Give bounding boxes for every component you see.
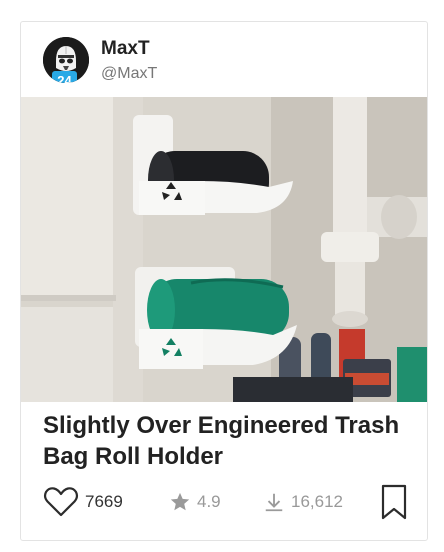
author-avatar[interactable]: 24 bbox=[43, 37, 89, 83]
author-handle[interactable]: @MaxT bbox=[101, 65, 157, 83]
model-photo[interactable] bbox=[21, 97, 427, 402]
model-card: 24 MaxT @MaxT Slightly Over Engineered T… bbox=[20, 21, 428, 541]
like-count: 7669 bbox=[85, 492, 123, 511]
heart-outline-icon bbox=[43, 487, 79, 517]
star-icon bbox=[170, 492, 190, 511]
rating: 4.9 bbox=[169, 484, 221, 520]
like-button[interactable]: 7669 bbox=[43, 484, 123, 520]
model-title[interactable]: Slightly Over Engineered Trash Bag Roll … bbox=[43, 410, 403, 472]
download-arrow-icon bbox=[265, 493, 283, 512]
author-name[interactable]: MaxT bbox=[101, 38, 150, 60]
bookmark-outline-icon bbox=[381, 484, 407, 520]
author-row: 24 MaxT @MaxT bbox=[43, 37, 403, 87]
download-count: 16,612 bbox=[291, 492, 343, 511]
bookmark-button[interactable] bbox=[381, 484, 407, 520]
rating-value: 4.9 bbox=[197, 492, 221, 511]
author-level-badge: 24 bbox=[52, 71, 77, 83]
downloads: 16,612 bbox=[263, 484, 343, 520]
model-stats: 7669 4.9 16,612 bbox=[43, 484, 411, 524]
trash-bag-holder-photo bbox=[21, 97, 427, 402]
